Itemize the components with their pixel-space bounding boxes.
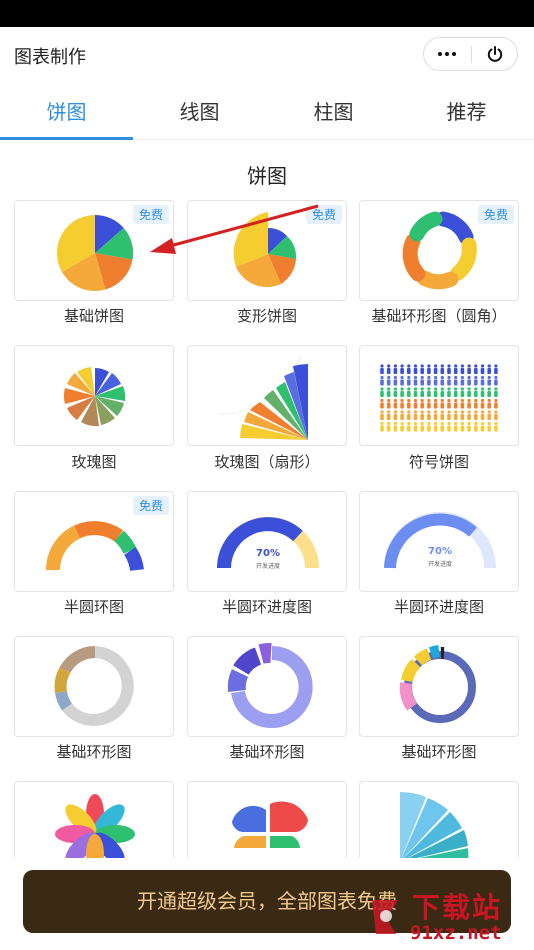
watermark-logo-icon — [372, 900, 398, 934]
card-label: 变形饼图 — [236, 307, 297, 325]
card-label: 基础环形图 — [56, 743, 132, 761]
pictorial-pie-thumbnail — [380, 364, 498, 432]
donut-thumbnail — [399, 645, 476, 723]
page-title: 图表制作 — [14, 47, 86, 68]
leaf-pie-thumbnail — [232, 801, 308, 848]
card-label: 半圆环进度图 — [393, 598, 484, 616]
free-badge: 免费 — [132, 496, 169, 515]
fan-pie-thumbnail — [400, 791, 469, 858]
progress-value: 70% — [256, 548, 280, 559]
active-tab-indicator — [0, 137, 133, 140]
rose-sector-thumbnail — [219, 355, 308, 440]
half-progress-thumbnail — [217, 517, 319, 569]
free-badge: 免费 — [132, 205, 169, 224]
petal-pie-thumbnail — [55, 794, 135, 858]
card-rose-sector[interactable] — [187, 345, 347, 446]
card-donut-b[interactable] — [187, 636, 347, 737]
power-icon[interactable] — [472, 38, 518, 70]
card-half-progress-b[interactable]: 70% 开发进度 — [359, 491, 519, 592]
card-fan-pie[interactable] — [359, 781, 519, 858]
card-label: 玫瑰图 — [71, 453, 117, 471]
chart-type-tabs: 饼图 线图 柱图 推荐 — [0, 82, 534, 140]
card-variant-pie[interactable]: 免费 — [187, 200, 347, 301]
card-petal-pie[interactable] — [14, 781, 174, 858]
watermark-text: 下载站 — [412, 891, 503, 924]
card-half-progress-a[interactable]: 70% 开发进度 — [187, 491, 347, 592]
card-half-donut[interactable]: 免费 — [14, 491, 174, 592]
donut-thumbnail — [54, 646, 134, 726]
card-donut-a[interactable] — [14, 636, 174, 737]
chart-template-grid: 免费 基础饼图 免费 变形饼图 免费 基础环形图（圆角） 玫瑰图 玫瑰图（扇形）… — [0, 198, 534, 858]
progress-subtext: 开发进度 — [427, 561, 452, 568]
donut-thumbnail — [227, 642, 313, 728]
watermark-url: 91xz.net — [410, 922, 502, 944]
card-label: 基础环形图 — [229, 743, 305, 761]
rose-thumbnail — [63, 367, 126, 427]
progress-subtext: 开发进度 — [255, 563, 280, 570]
card-rounded-donut[interactable]: 免费 — [359, 200, 519, 301]
tab-line[interactable]: 线图 — [133, 96, 266, 125]
status-bar — [0, 0, 534, 27]
more-dots-icon[interactable] — [424, 38, 470, 70]
progress-value: 70% — [428, 546, 452, 557]
card-donut-c[interactable] — [359, 636, 519, 737]
card-leaf-pie[interactable] — [187, 781, 347, 858]
card-label: 符号饼图 — [408, 453, 469, 471]
card-label: 半圆环图 — [63, 598, 124, 616]
tab-pie[interactable]: 饼图 — [0, 96, 133, 125]
card-label: 半圆环进度图 — [221, 598, 312, 616]
card-pictorial-pie[interactable] — [359, 345, 519, 446]
card-label: 基础环形图 — [401, 743, 477, 761]
card-label: 基础环形图（圆角） — [371, 307, 507, 325]
half-progress-thumbnail — [384, 512, 496, 569]
card-basic-pie[interactable]: 免费 — [14, 200, 174, 301]
mini-program-capsule — [423, 37, 518, 71]
tab-bar[interactable]: 柱图 — [267, 96, 400, 125]
section-title: 饼图 — [247, 164, 287, 188]
tab-recommend[interactable]: 推荐 — [400, 96, 533, 125]
free-badge: 免费 — [477, 205, 514, 224]
card-label: 基础饼图 — [63, 307, 124, 325]
nav-bar: 图表制作 — [0, 27, 534, 82]
site-watermark: 下载站 91xz.net — [360, 884, 534, 948]
free-badge: 免费 — [305, 205, 342, 224]
card-rose[interactable] — [14, 345, 174, 446]
card-label: 玫瑰图（扇形） — [214, 453, 320, 471]
